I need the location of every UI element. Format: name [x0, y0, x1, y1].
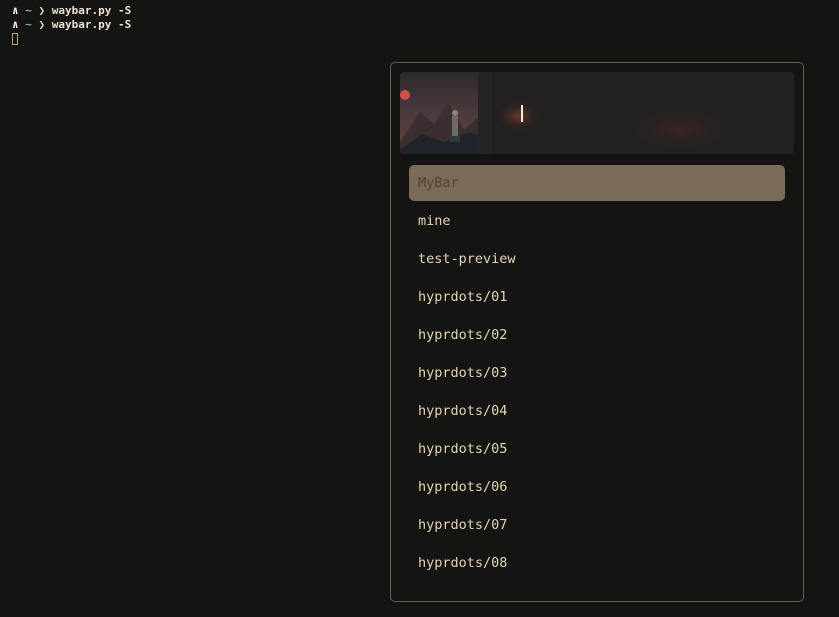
list-item[interactable]: hyprdots/06	[409, 469, 785, 505]
terminal-command: waybar.py -S	[51, 4, 132, 17]
search-input[interactable]	[520, 102, 720, 124]
list-item[interactable]: hyprdots/01	[409, 279, 785, 315]
list-item[interactable]: test-preview	[409, 241, 785, 277]
launcher-banner	[400, 72, 794, 154]
terminal: ∧ ~ ❯ waybar.py -S ∧ ~ ❯ waybar.py -S	[12, 4, 131, 46]
prompt-directory: ~	[25, 4, 32, 17]
list-item[interactable]: hyprdots/04	[409, 393, 785, 429]
prompt-directory: ~	[25, 18, 32, 31]
prompt-arrow-icon: ∧	[12, 18, 19, 31]
terminal-line: ∧ ~ ❯ waybar.py -S	[12, 4, 131, 18]
prompt-chevron-icon: ❯	[38, 18, 46, 31]
terminal-cursor-line	[12, 32, 131, 46]
prompt-chevron-icon: ❯	[38, 4, 46, 17]
launcher-window: MyBar mine test-preview hyprdots/01 hyprdots…	[390, 62, 804, 602]
list-item[interactable]: hyprdots/02	[409, 317, 785, 353]
list-item[interactable]: hyprdots/07	[409, 507, 785, 543]
list-item[interactable]: mine	[409, 203, 785, 239]
list-item[interactable]: hyprdots/05	[409, 431, 785, 467]
text-caret	[521, 105, 523, 122]
terminal-line: ∧ ~ ❯ waybar.py -S	[12, 18, 131, 32]
theme-list: MyBar mine test-preview hyprdots/01 hyprdots…	[409, 165, 785, 583]
list-item[interactable]: hyprdots/08	[409, 545, 785, 581]
list-item[interactable]: MyBar	[409, 165, 785, 201]
terminal-command: waybar.py -S	[51, 18, 132, 31]
list-item[interactable]: hyprdots/03	[409, 355, 785, 391]
prompt-arrow-icon: ∧	[12, 4, 19, 17]
terminal-cursor[interactable]	[12, 33, 18, 45]
